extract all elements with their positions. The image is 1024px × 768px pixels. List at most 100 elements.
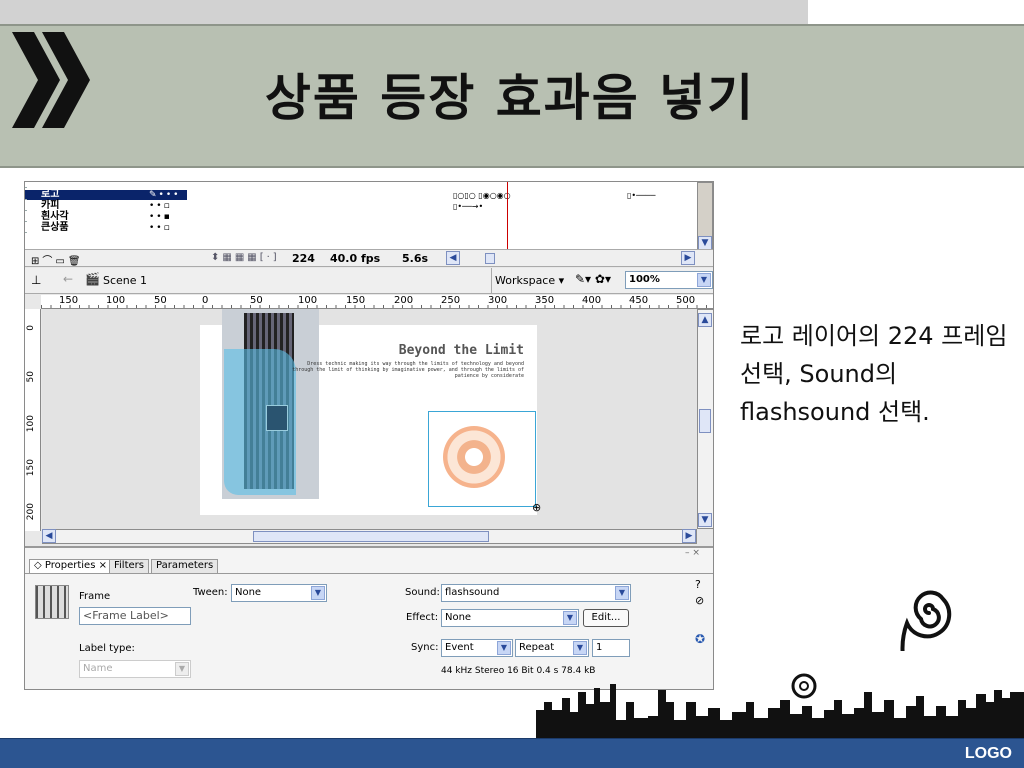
stage-area[interactable]: Beyond the Limit Dress technic making it… [42,309,697,529]
timeline-toggle-icon[interactable]: ⊥ [31,273,41,287]
effect-value: None [445,612,472,623]
ruler-label: 200 [394,295,414,306]
zoom-value: 100% [629,274,660,285]
workspace-menu[interactable]: Workspace ▾ [495,274,564,287]
chevron-down-icon[interactable]: ▼ [573,641,587,655]
scroll-right-icon[interactable]: ▶ [681,251,695,265]
elapsed-time: 5.6s [402,252,429,265]
tween-label: Tween: [193,587,228,598]
divider [491,268,492,294]
keyframe-markers: ▯○▯○ ▯◉○◉○ [453,191,511,200]
chevron-down-icon: ▼ [175,662,189,676]
ruler-label: 0 [202,295,209,306]
repeat-count-input[interactable]: 1 [592,639,630,657]
layer-row-copy[interactable]: 카피 ••▫ [25,201,695,211]
chevron-down-icon[interactable]: ▼ [563,611,577,625]
sync-value: Event [445,642,474,653]
effect-label: Effect: [406,612,439,623]
chevron-down-icon[interactable]: ▼ [615,586,629,600]
ruler-label: 0 [26,325,36,331]
panel-controls[interactable]: – × [685,548,700,558]
repeat-value: Repeat [519,642,555,653]
product-image[interactable] [222,309,319,499]
layer-row-logo[interactable]: 로고 ✎••• [25,190,695,200]
tab-filters[interactable]: Filters [109,559,149,573]
vscroll-thumb[interactable] [699,409,711,433]
tween-value: None [235,587,262,598]
layer-visibility-dots: ••▫ [149,223,172,233]
ruler-label: 450 [629,295,649,306]
workspace-label: Workspace [495,274,556,287]
layer-frames[interactable] [187,201,695,211]
tween-arrow: ▯•──→• [453,202,484,211]
layer-frames[interactable] [187,190,695,200]
artwork-heading: Beyond the Limit [398,343,524,358]
city-skyline-decoration [536,673,1024,740]
scroll-right-icon[interactable]: ▶ [682,529,696,543]
ruler-label: 50 [26,371,36,383]
layer-tools-icons[interactable]: ⊞⌒▭🗑 [31,252,84,267]
frame-type-icon [35,585,69,619]
layer-frames[interactable] [187,223,695,233]
frame-label-input[interactable]: <Frame Label> [79,607,191,625]
ruler-label: 150 [59,295,79,306]
scroll-down-icon[interactable]: ▼ [698,513,712,527]
ruler-label: 250 [441,295,461,306]
spiral-decoration-icon [900,590,952,651]
logo-selection-box[interactable] [428,411,536,507]
edit-button[interactable]: Edit... [583,609,629,627]
top-decor-strip [0,0,808,26]
timeline-status-bar: ⊞⌒▭🗑 ⬍▦▦▦[·] 224 40.0 fps 5.6s ◀ ▶ [25,249,713,267]
ruler-label: 100 [106,295,126,306]
effect-select[interactable]: None ▼ [441,609,579,627]
bottom-bar [0,738,1024,768]
scroll-left-icon[interactable]: ◀ [446,251,460,265]
chevron-down-icon[interactable]: ▼ [697,273,711,287]
chevron-down-icon[interactable]: ▼ [497,641,511,655]
tab-properties[interactable]: ◇ Properties × [29,559,112,573]
layer-visibility-dots: ••▪ [149,212,172,222]
scene-clapper-icon: 🎬 [85,272,100,286]
ruler-label: 400 [582,295,602,306]
ruler-label: 100 [298,295,318,306]
expand-icon[interactable]: ⊘ [695,594,704,607]
onion-skin-icons[interactable]: ⬍▦▦▦[·] [211,252,280,263]
hscroll-thumb[interactable] [253,531,489,542]
accessibility-icon[interactable]: ✪ [695,632,705,646]
back-arrow-icon[interactable]: ← [63,272,73,286]
layer-visibility-dots: ✎••• [149,190,181,200]
ruler-label: 150 [26,459,36,477]
top-ruler: 150 100 50 0 50 100 150 200 250 300 350 … [41,295,713,309]
layer-row-white-rect[interactable]: 흰사각 ••▪ [25,212,695,222]
keyframe-markers-end: ▯•──── [627,191,656,200]
tab-parameters[interactable]: Parameters [151,559,219,573]
sound-value: flashsound [445,587,500,598]
tab-divider [25,573,713,574]
edit-symbols-icon[interactable]: ✎▾ ✿▾ [575,272,611,286]
scroll-down-icon[interactable]: ▼ [698,236,712,250]
repeat-select[interactable]: Repeat ▼ [515,639,589,657]
layer-row-partial [25,182,695,188]
stage-toolbar: ⊥ ← 🎬 Scene 1 Workspace ▾ ✎▾ ✿▾ 100% ▼ [25,268,713,294]
zoom-select[interactable]: 100% ▼ [625,271,713,289]
label-type-label: Label type: [79,643,135,654]
layer-frames[interactable] [187,212,695,222]
ruler-label: 200 [26,503,36,521]
chevron-down-icon[interactable]: ▼ [311,586,325,600]
flash-app-window: 로고 ✎••• 카피 ••▫ 흰사각 ••▪ 큰상품 ••▫ ▯○▯○ ▯◉○◉… [24,181,714,690]
scene-name[interactable]: Scene 1 [103,274,147,287]
frame-label: Frame [79,591,111,602]
slide-title: 상품 등장 효과음 넣기 [264,68,756,127]
tween-select[interactable]: None ▼ [231,584,327,602]
help-icon[interactable]: ? [695,578,701,591]
scroll-up-icon[interactable]: ▲ [698,313,712,327]
sync-select[interactable]: Event ▼ [441,639,513,657]
hscroll-thumb[interactable] [485,253,495,264]
ruler-label: 50 [250,295,263,306]
scroll-left-icon[interactable]: ◀ [42,529,56,543]
transform-point-icon[interactable]: ⊕ [532,501,541,514]
left-ruler: 0 50 100 150 200 [25,309,41,531]
sound-select[interactable]: flashsound ▼ [441,584,631,602]
playhead[interactable] [507,182,508,252]
layer-row-big-product[interactable]: 큰상품 ••▫ [25,223,695,233]
